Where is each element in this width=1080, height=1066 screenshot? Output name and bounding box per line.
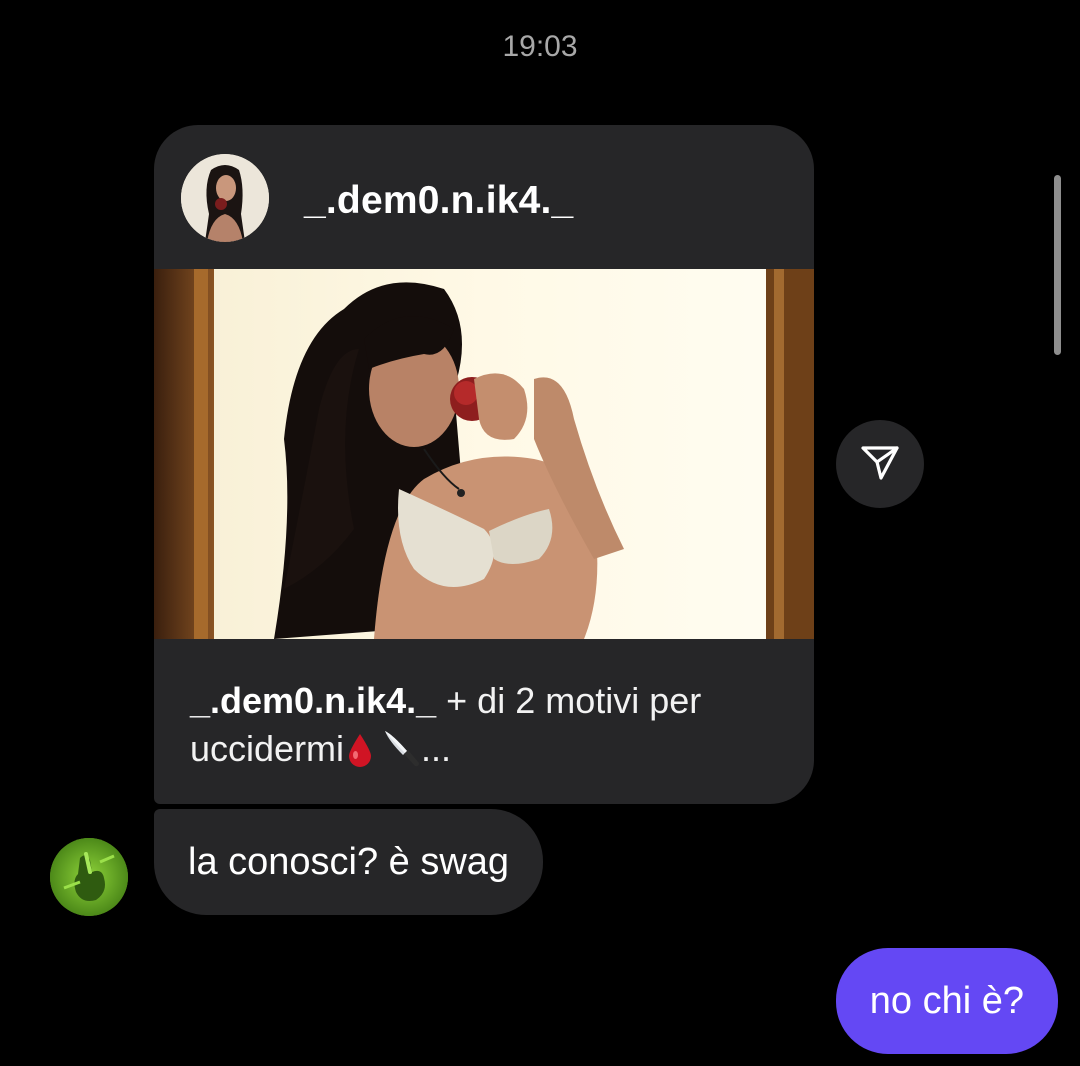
- post-author-username[interactable]: _.dem0.n.ik4._: [304, 179, 573, 223]
- caption-username[interactable]: _.dem0.n.ik4._: [190, 680, 436, 721]
- post-image[interactable]: [154, 269, 814, 639]
- sent-message-bubble[interactable]: no chi è?: [835, 948, 1058, 1054]
- shared-post-card[interactable]: _.dem0.n.ik4._ _.dem0.n.ik4._ + di 2 mot…: [154, 125, 814, 804]
- post-author-avatar[interactable]: [181, 154, 269, 242]
- knife-icon: [383, 729, 421, 769]
- sender-avatar[interactable]: [50, 838, 128, 916]
- post-caption[interactable]: _.dem0.n.ik4._ + di 2 motivi per uccider…: [190, 677, 780, 773]
- received-message-text: la conosci? è swag: [188, 840, 510, 883]
- sent-message-text: no chi è?: [869, 979, 1024, 1022]
- send-paper-plane-icon: [858, 440, 902, 489]
- caption-ellipsis: ...: [421, 728, 452, 769]
- post-header[interactable]: _.dem0.n.ik4._: [154, 125, 814, 269]
- scrollbar[interactable]: [1054, 175, 1061, 355]
- share-button[interactable]: [836, 420, 924, 508]
- received-message-bubble[interactable]: la conosci? è swag: [154, 809, 544, 915]
- drop-of-blood-icon: [347, 731, 373, 767]
- message-timestamp: 19:03: [502, 30, 578, 63]
